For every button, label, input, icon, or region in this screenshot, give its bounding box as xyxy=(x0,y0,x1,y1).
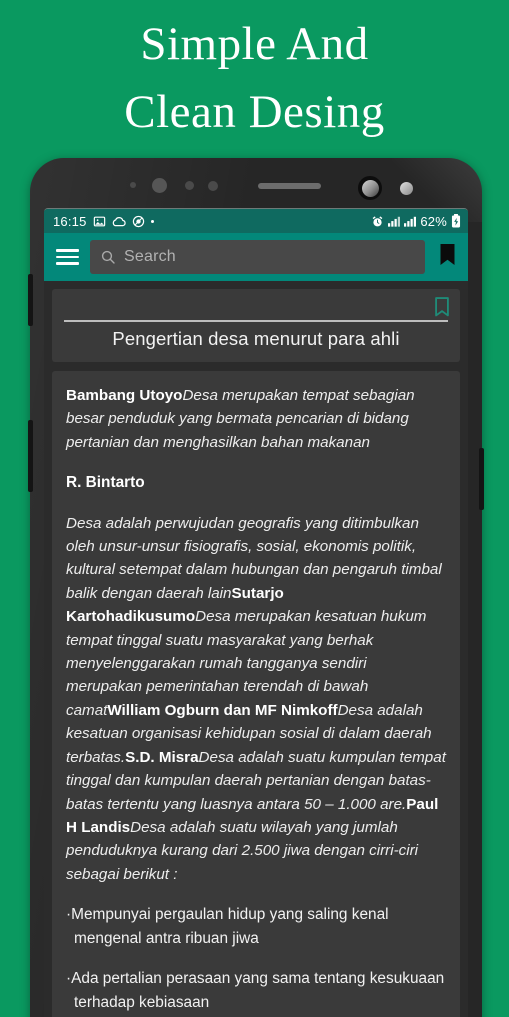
author-name: William Ogburn dan MF Nimkoff xyxy=(107,701,338,719)
search-icon xyxy=(100,249,116,265)
signal-bars-icon xyxy=(388,216,401,227)
sensor-dot-icon xyxy=(185,181,194,190)
article-body-card[interactable]: Bambang UtoyoDesa merupakan tempat sebag… xyxy=(52,371,460,1017)
sensor-dot-icon xyxy=(152,178,167,193)
sensor-dot-icon xyxy=(208,181,218,191)
status-bar: 16:15 62% xyxy=(44,209,468,233)
promo-screenshot: Simple And Clean Desing 16:15 62% Search… xyxy=(0,0,509,1017)
signal-bars-icon xyxy=(404,216,417,227)
power-button[interactable] xyxy=(479,448,484,510)
bookmark-filled-icon[interactable] xyxy=(436,243,459,272)
iris-sensor-icon xyxy=(400,182,413,195)
dot-icon xyxy=(150,219,154,223)
volume-up-button[interactable] xyxy=(28,274,33,326)
status-time: 16:15 xyxy=(53,213,87,229)
list-item: ·Ada pertalian perasaan yang sama tentan… xyxy=(66,970,445,1012)
author-name: Bambang Utoyo xyxy=(66,387,183,404)
hamburger-menu-icon[interactable] xyxy=(56,249,79,265)
title-divider xyxy=(64,320,448,322)
article-title-card[interactable]: Pengertian desa menurut para ahli xyxy=(52,289,460,362)
phone-screen: 16:15 62% Search Pengertian desa menurut… xyxy=(44,208,468,1017)
promo-headline: Simple And Clean Desing xyxy=(0,0,509,152)
promo-headline-line2: Clean Desing xyxy=(124,86,385,138)
proximity-sensor-icon xyxy=(130,182,136,188)
camera-lens xyxy=(361,179,379,197)
article-paragraph: Desa adalah perwujudan geografis yang di… xyxy=(66,512,446,887)
phone-mockup: 16:15 62% Search Pengertian desa menurut… xyxy=(28,158,484,1017)
battery-charging-icon xyxy=(451,214,461,228)
volume-down-button[interactable] xyxy=(28,420,33,492)
status-bar-left: 16:15 xyxy=(53,214,154,229)
article-title: Pengertian desa menurut para ahli xyxy=(112,328,400,349)
article-paragraph: Bambang UtoyoDesa merupakan tempat sebag… xyxy=(66,384,446,454)
shield-check-icon xyxy=(132,215,145,228)
phone-top-bezel xyxy=(30,158,482,208)
search-input[interactable]: Search xyxy=(90,240,425,274)
author-name: S.D. Misra xyxy=(125,748,199,766)
earpiece-speaker xyxy=(258,183,321,189)
image-icon xyxy=(93,215,106,228)
battery-percent: 62% xyxy=(420,213,447,229)
article-title-card-toolbar xyxy=(62,296,450,316)
front-camera-icon xyxy=(358,176,382,200)
list-item: ·Mempunyai pergaulan hidup yang saling k… xyxy=(66,906,389,948)
app-bar: Search xyxy=(44,233,468,281)
status-bar-right: 62% xyxy=(371,214,461,229)
article-heading: R. Bintarto xyxy=(66,474,145,492)
alarm-clock-icon xyxy=(371,215,384,228)
cloud-icon xyxy=(112,215,126,228)
search-placeholder: Search xyxy=(124,248,176,265)
bookmark-outline-icon[interactable] xyxy=(434,296,450,316)
promo-headline-line1: Simple And xyxy=(140,18,369,70)
